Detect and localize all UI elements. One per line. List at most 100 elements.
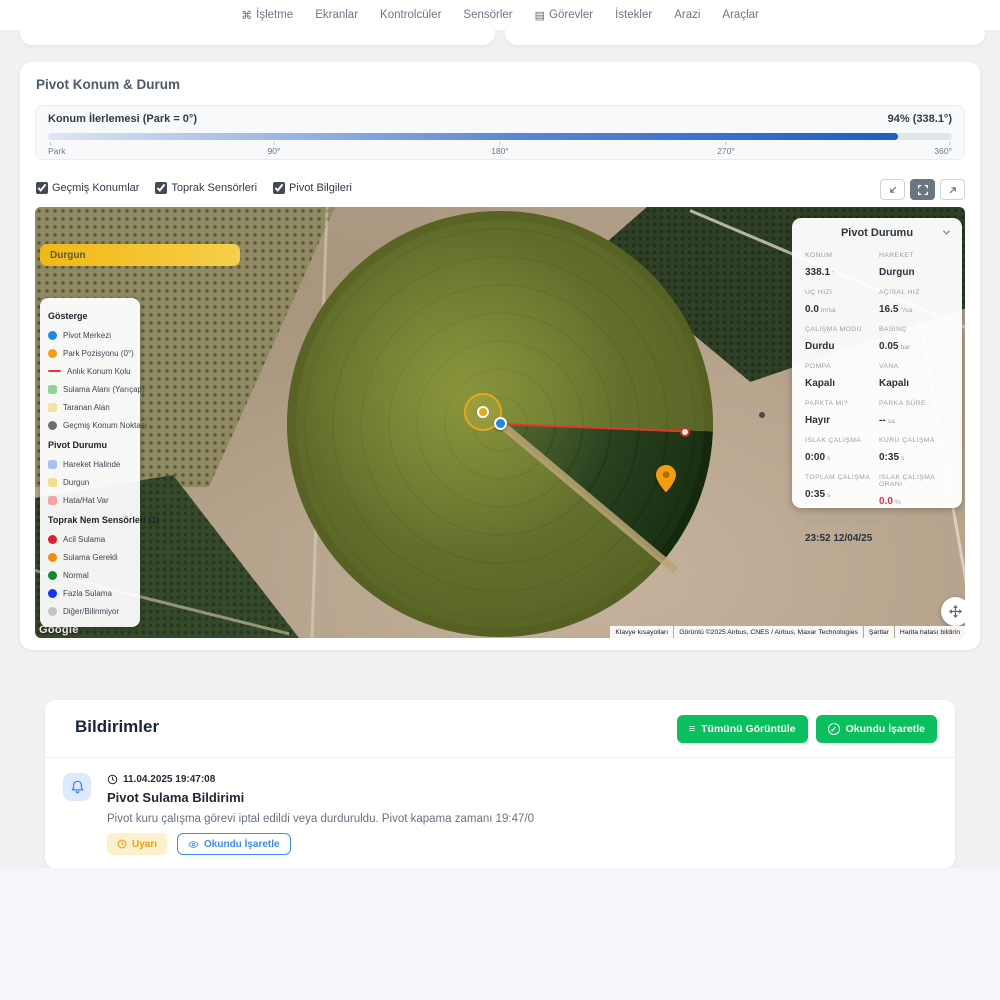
- mark-read-button[interactable]: Okundu İşaretle: [177, 833, 291, 855]
- status-field: ISLAK ÇALIŞMA ORANI 0.0%: [879, 474, 949, 509]
- progress-tick-label: Park: [48, 142, 65, 156]
- legend-label: Diğer/Bilinmiyor: [63, 607, 119, 616]
- map-collapse-button[interactable]: [880, 179, 905, 200]
- status-field-value: 338.1: [805, 267, 830, 278]
- progress-tick-label: 90°: [268, 142, 281, 156]
- legend-label: Anlık Konum Kolu: [67, 367, 131, 376]
- map-fullscreen-button[interactable]: [910, 179, 935, 200]
- status-field-label: HAREKET: [879, 252, 949, 259]
- legend-row: Taranan Alan: [48, 398, 132, 416]
- layer-toggle-label: Pivot Bilgileri: [289, 182, 352, 194]
- notifications-card: Bildirimler ≡ Tümünü Görüntüle ✓ Okundu …: [45, 700, 955, 868]
- legend-label: Hareket Halinde: [63, 460, 120, 469]
- status-field-unit: °/sa: [900, 307, 912, 314]
- progress-value: 94% (338.1°): [888, 113, 952, 125]
- legend-label: Normal: [63, 571, 89, 580]
- nav-item[interactable]: Ekranlar: [315, 9, 358, 21]
- progress-fill: [48, 133, 898, 140]
- layer-toggle[interactable]: Geçmiş Konumlar: [36, 182, 139, 194]
- park-position-marker[interactable]: [477, 406, 489, 418]
- legend-row: Durgun: [48, 473, 132, 491]
- layer-toggle-label: Toprak Sensörleri: [171, 182, 257, 194]
- status-field-label: PARKA SÜRE: [879, 400, 949, 407]
- nav-item[interactable]: Araçlar: [722, 9, 758, 21]
- nav-item-label: Görevler: [549, 9, 593, 21]
- nav-item-label: Ekranlar: [315, 9, 358, 21]
- status-field: UÇ HIZI 0.0m/sa: [805, 289, 875, 317]
- map-attribution-link[interactable]: Klavye kısayolları: [610, 626, 673, 638]
- status-field-label: VANA: [879, 363, 949, 370]
- map-attribution-link[interactable]: Şartlar: [864, 626, 894, 638]
- status-field-label: SON ANALİZ ZAMANI: [805, 518, 949, 525]
- map-pan-button[interactable]: [941, 597, 965, 626]
- status-field-label: ÇALIŞMA MODU: [805, 326, 875, 333]
- status-field-value: Kapalı: [805, 378, 835, 389]
- status-field-value: 0:35: [805, 489, 825, 500]
- layer-toggle-checkbox[interactable]: [273, 182, 285, 194]
- check-circle-icon: ✓: [828, 723, 840, 735]
- nav-item[interactable]: Sensörler: [463, 9, 512, 21]
- legend-row: Sulama Alanı (Yarıçap): [48, 380, 132, 398]
- soil-sensor-pin[interactable]: [656, 465, 676, 493]
- panel-collapse-button[interactable]: [941, 227, 952, 238]
- layer-toggle[interactable]: Toprak Sensörleri: [155, 182, 257, 194]
- legend-label: Sulama Alanı (Yarıçap): [63, 385, 145, 394]
- page-background-footer: [0, 868, 1000, 1000]
- status-field-value: 16.5: [879, 304, 898, 315]
- status-field-label: ISLAK ÇALIŞMA: [805, 437, 875, 444]
- legend-swatch: [48, 460, 57, 469]
- legend-swatch: [48, 607, 57, 616]
- map-legend: Gösterge Pivot Merkezi Park Pozisyonu (0…: [40, 298, 140, 627]
- card-stub-left: [20, 28, 495, 45]
- status-field-label: KURU ÇALIŞMA: [879, 437, 949, 444]
- status-field-value: 23:52 12/04/25: [805, 533, 872, 544]
- legend-swatch: [48, 370, 61, 373]
- expand-icon: [946, 183, 960, 197]
- status-field: HAREKET Durgun: [879, 252, 949, 280]
- legend-label: Pivot Durumu: [48, 440, 107, 450]
- layer-toggle-checkbox[interactable]: [36, 182, 48, 194]
- notification-timestamp: 11.04.2025 19:47:08: [107, 774, 215, 785]
- map-expand-button[interactable]: [940, 179, 965, 200]
- map-attribution-link[interactable]: Görüntü ©2025 Airbus, CNES / Airbus, Max…: [674, 626, 863, 638]
- pan-icon: [948, 604, 963, 619]
- legend-row: Pivot Durumu: [48, 435, 132, 455]
- nav-item[interactable]: Kontrolcüler: [380, 9, 441, 21]
- mark-all-read-button[interactable]: ✓ Okundu İşaretle: [816, 715, 937, 743]
- status-fields: KONUM 338.1° HAREKET Durgun: [792, 248, 962, 546]
- nav-item-label: Araçlar: [722, 9, 758, 21]
- status-banner: Durgun: [40, 244, 240, 266]
- view-all-button[interactable]: ≡ Tümünü Görüntüle: [677, 715, 808, 743]
- status-field: ÇALIŞMA MODU Durdu: [805, 326, 875, 354]
- mark-read-label: Okundu İşaretle: [204, 839, 280, 850]
- chevron-down-icon: [941, 227, 952, 238]
- nav-item-label: İşletme: [256, 9, 293, 21]
- legend-swatch: [48, 385, 57, 394]
- nav-item[interactable]: İstekler: [615, 9, 652, 21]
- legend-swatch: [48, 349, 57, 358]
- status-field-value: Kapalı: [879, 378, 909, 389]
- satellite-map[interactable]: Durgun Gösterge Pivot Merkezi: [35, 207, 965, 638]
- progress-track: [48, 133, 952, 140]
- layer-toggle[interactable]: Pivot Bilgileri: [273, 182, 352, 194]
- status-field-value: 0.0: [805, 304, 819, 315]
- nav-item[interactable]: ▤ Görevler: [535, 9, 594, 22]
- legend-swatch: [48, 535, 57, 544]
- pivot-center-marker[interactable]: [494, 417, 507, 430]
- legend-swatch: [48, 478, 57, 487]
- nav-item[interactable]: Arazi: [674, 9, 700, 21]
- status-field-label: TOPLAM ÇALIŞMA: [805, 474, 875, 481]
- status-field-unit: s: [901, 455, 904, 462]
- layer-toggle-label: Geçmiş Konumlar: [52, 182, 139, 194]
- layer-toggle-checkbox[interactable]: [155, 182, 167, 194]
- legend-row: Acil Sulama: [48, 530, 132, 548]
- notification-body: Pivot kuru çalışma görevi iptal edildi v…: [107, 813, 534, 825]
- legend-label: Toprak Nem Sensörleri (1): [48, 515, 159, 525]
- map-attribution-link[interactable]: Harita hatası bildirin: [895, 626, 965, 638]
- nav-item-icon: ▤: [535, 9, 545, 22]
- status-panel-title: Pivot Durumu: [841, 227, 913, 239]
- collapse-icon: [886, 183, 900, 197]
- clock-icon: [107, 774, 118, 785]
- nav-item[interactable]: ⌘ İşletme: [241, 9, 293, 22]
- notifications-actions: ≡ Tümünü Görüntüle ✓ Okundu İşaretle: [677, 715, 937, 743]
